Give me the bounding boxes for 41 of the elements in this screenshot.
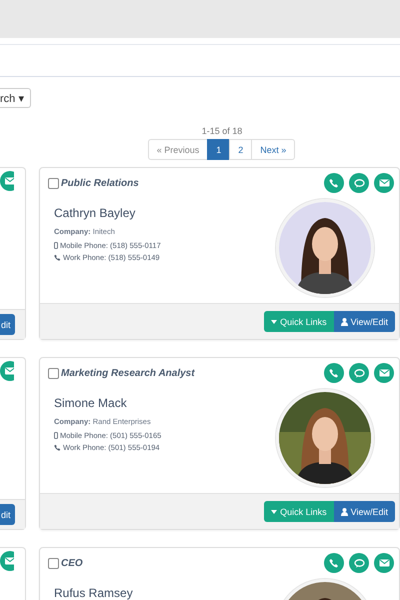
caret-icon <box>271 320 278 324</box>
page-link[interactable]: 1 <box>207 139 230 160</box>
phone-icon[interactable] <box>324 173 344 193</box>
select-checkbox[interactable] <box>48 368 59 378</box>
quick-links-button[interactable]: Quick Links <box>264 311 334 332</box>
view-edit-button[interactable]: dit <box>0 504 15 525</box>
page-link[interactable]: 2 <box>229 139 252 160</box>
email-icon[interactable] <box>374 173 394 193</box>
view-edit-button[interactable]: View/Edit <box>334 311 395 332</box>
chat-icon[interactable] <box>349 363 369 383</box>
page-link[interactable]: « Previous <box>148 139 208 160</box>
chat-icon[interactable] <box>349 553 369 573</box>
page-link[interactable]: Next » <box>251 139 296 160</box>
phone-icon[interactable] <box>324 553 344 573</box>
email-icon[interactable] <box>0 171 14 191</box>
mobile-phone-icon <box>54 242 58 249</box>
view-edit-button[interactable]: dit <box>0 314 15 335</box>
quick-links-button[interactable]: Quick Links <box>264 501 334 522</box>
email-icon[interactable] <box>374 553 394 573</box>
select-checkbox[interactable] <box>48 558 59 568</box>
email-icon[interactable] <box>374 363 394 383</box>
search-dropdown-button[interactable]: rch ▾ <box>0 88 32 108</box>
chat-icon[interactable] <box>349 173 369 193</box>
phone-icon <box>54 254 61 261</box>
mobile-phone-icon <box>54 432 58 439</box>
caret-icon <box>271 510 278 514</box>
contact-name: Rufus Ramsey <box>54 586 134 600</box>
select-checkbox[interactable] <box>48 178 59 188</box>
results-count: 1-15 of 18 <box>202 126 242 136</box>
contact-name: Cathryn Bayley <box>54 206 136 220</box>
job-title: CEO <box>61 558 83 568</box>
user-icon <box>340 508 348 516</box>
email-icon[interactable] <box>0 551 14 571</box>
contact-name: Simone Mack <box>54 396 128 410</box>
phone-icon[interactable] <box>324 363 344 383</box>
email-icon[interactable] <box>0 361 14 381</box>
phone-icon <box>54 444 61 451</box>
job-title: Marketing Research Analyst <box>61 368 195 378</box>
job-title: Public Relations <box>61 178 139 188</box>
user-icon <box>340 318 348 326</box>
view-edit-button[interactable]: View/Edit <box>334 501 395 522</box>
